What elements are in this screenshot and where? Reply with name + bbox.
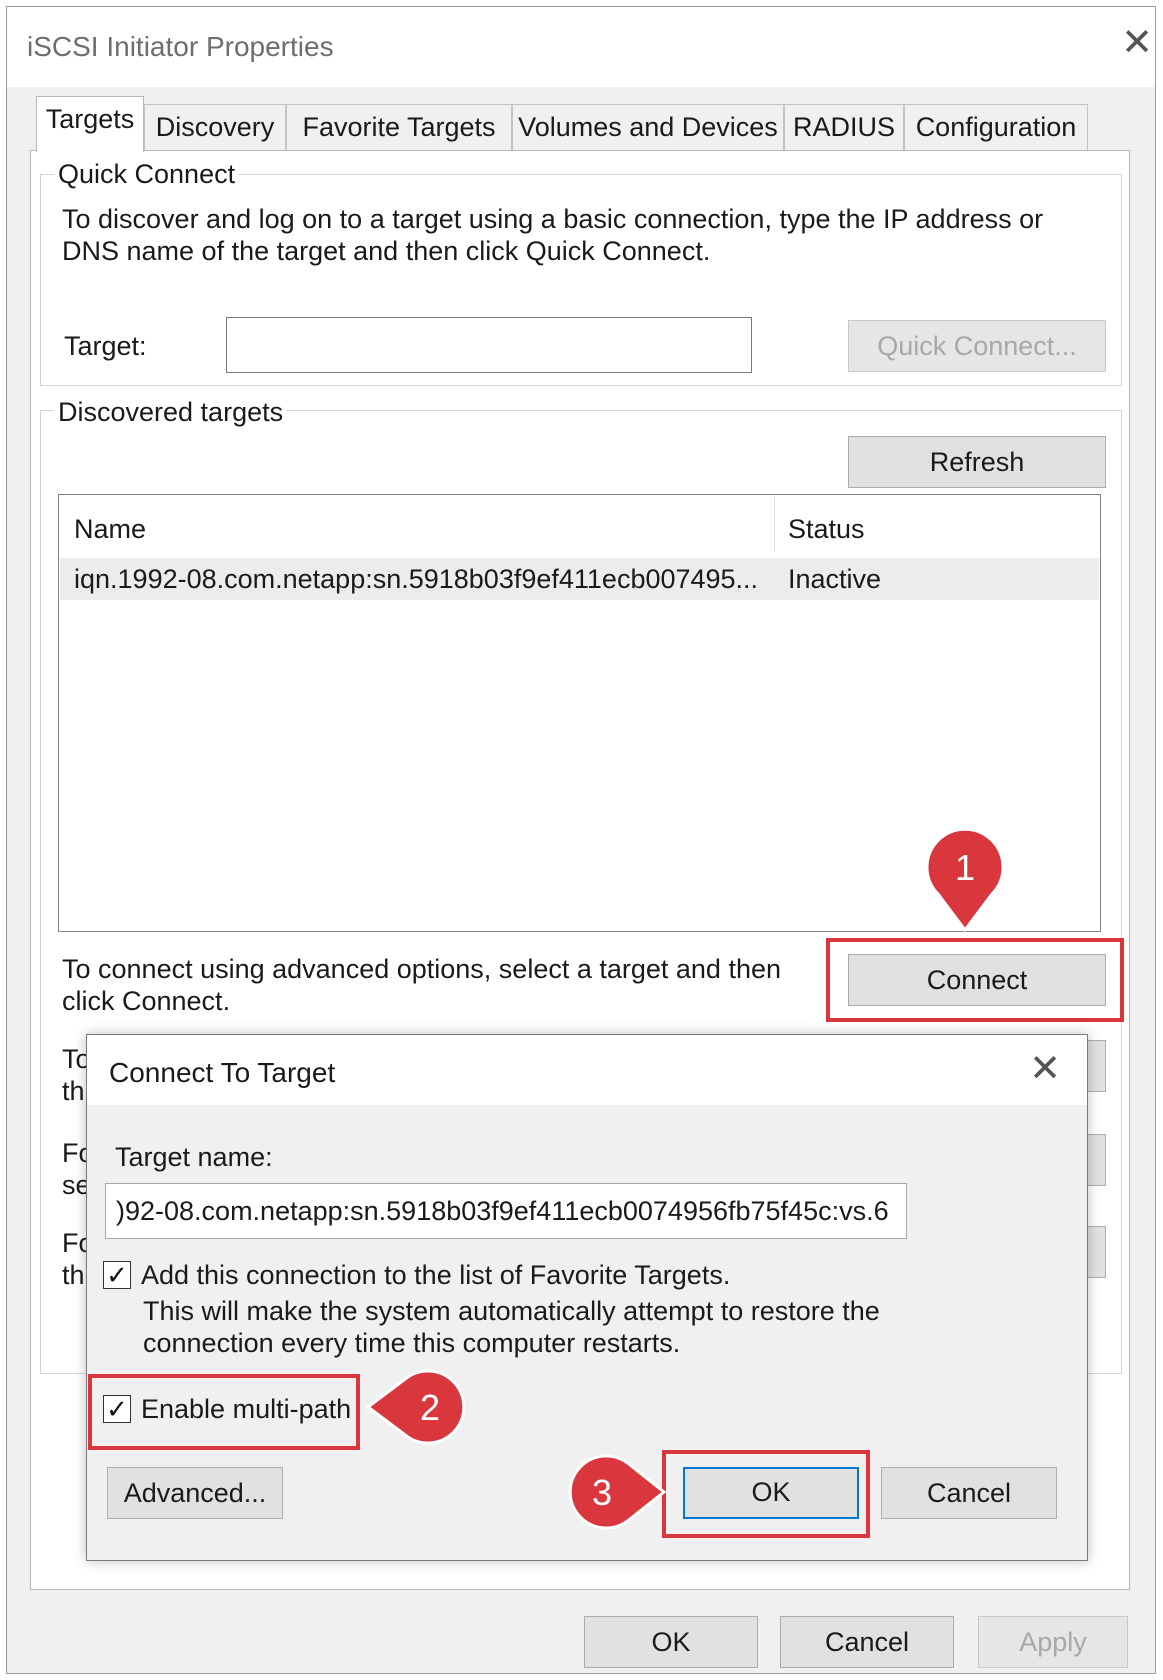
tab-radius[interactable]: RADIUS bbox=[784, 104, 904, 150]
dialog-title-bar: Connect To Target ✕ bbox=[87, 1035, 1087, 1105]
target-name-cell: iqn.1992-08.com.netapp:sn.5918b03f9ef411… bbox=[74, 564, 759, 594]
favorite-checkbox-label: Add this connection to the list of Favor… bbox=[141, 1260, 731, 1290]
connect-description-line2: click Connect. bbox=[62, 986, 231, 1016]
target-name-field[interactable]: )92-08.com.netapp:sn.5918b03f9ef411ecb00… bbox=[105, 1183, 907, 1239]
column-separator[interactable] bbox=[774, 496, 775, 552]
footer-cancel-button[interactable]: Cancel bbox=[780, 1616, 954, 1668]
tab-volumes-and-devices[interactable]: Volumes and Devices bbox=[512, 104, 784, 150]
quick-connect-legend: Quick Connect bbox=[54, 158, 240, 190]
callout-badge-3: 3 bbox=[556, 1448, 668, 1536]
column-header-name[interactable]: Name bbox=[74, 513, 146, 545]
callout-badge-2: 2 bbox=[364, 1364, 480, 1450]
target-status-cell: Inactive bbox=[788, 564, 882, 594]
quick-connect-description-line2: DNS name of the target and then click Qu… bbox=[62, 236, 711, 266]
favorite-checkbox[interactable]: ✓ bbox=[103, 1261, 131, 1289]
highlight-ok-button bbox=[662, 1450, 870, 1538]
target-label: Target: bbox=[64, 331, 147, 361]
close-icon[interactable]: ✕ bbox=[1119, 24, 1155, 62]
dialog-close-icon[interactable]: ✕ bbox=[1027, 1050, 1063, 1088]
column-header-status[interactable]: Status bbox=[788, 513, 865, 545]
badge-2-number: 2 bbox=[420, 1387, 440, 1428]
advanced-button[interactable]: Advanced... bbox=[107, 1467, 283, 1519]
quick-connect-description-line1: To discover and log on to a target using… bbox=[62, 204, 1044, 234]
quick-connect-button[interactable]: Quick Connect... bbox=[848, 320, 1106, 372]
badge-1-number: 1 bbox=[955, 847, 975, 888]
dialog-title: Connect To Target bbox=[109, 1057, 336, 1088]
highlight-connect-button bbox=[826, 938, 1124, 1022]
refresh-button[interactable]: Refresh bbox=[848, 436, 1106, 488]
tab-favorite-targets[interactable]: Favorite Targets bbox=[286, 104, 512, 150]
title-bar: iSCSI Initiator Properties ✕ bbox=[7, 7, 1155, 87]
callout-badge-1: 1 bbox=[920, 826, 1010, 934]
footer-ok-button[interactable]: OK bbox=[584, 1616, 758, 1668]
badge-3-number: 3 bbox=[592, 1472, 612, 1513]
hidden-label-3b: th bbox=[62, 1260, 85, 1290]
dialog-cancel-button[interactable]: Cancel bbox=[881, 1467, 1057, 1519]
favorite-note-line1: This will make the system automatically … bbox=[143, 1296, 880, 1326]
tab-discovery[interactable]: Discovery bbox=[144, 104, 286, 150]
target-name-label: Target name: bbox=[115, 1142, 273, 1172]
hidden-label-1b: th bbox=[62, 1076, 85, 1106]
window-title: iSCSI Initiator Properties bbox=[27, 31, 334, 62]
discovered-targets-legend: Discovered targets bbox=[54, 396, 288, 428]
tab-configuration[interactable]: Configuration bbox=[904, 104, 1088, 150]
footer-apply-button[interactable]: Apply bbox=[978, 1616, 1128, 1668]
highlight-multipath-checkbox bbox=[88, 1374, 360, 1450]
connect-description-line1: To connect using advanced options, selec… bbox=[62, 954, 781, 984]
favorite-note-line2: connection every time this computer rest… bbox=[143, 1328, 681, 1358]
tab-targets[interactable]: Targets bbox=[36, 96, 144, 152]
target-input[interactable] bbox=[226, 317, 752, 373]
